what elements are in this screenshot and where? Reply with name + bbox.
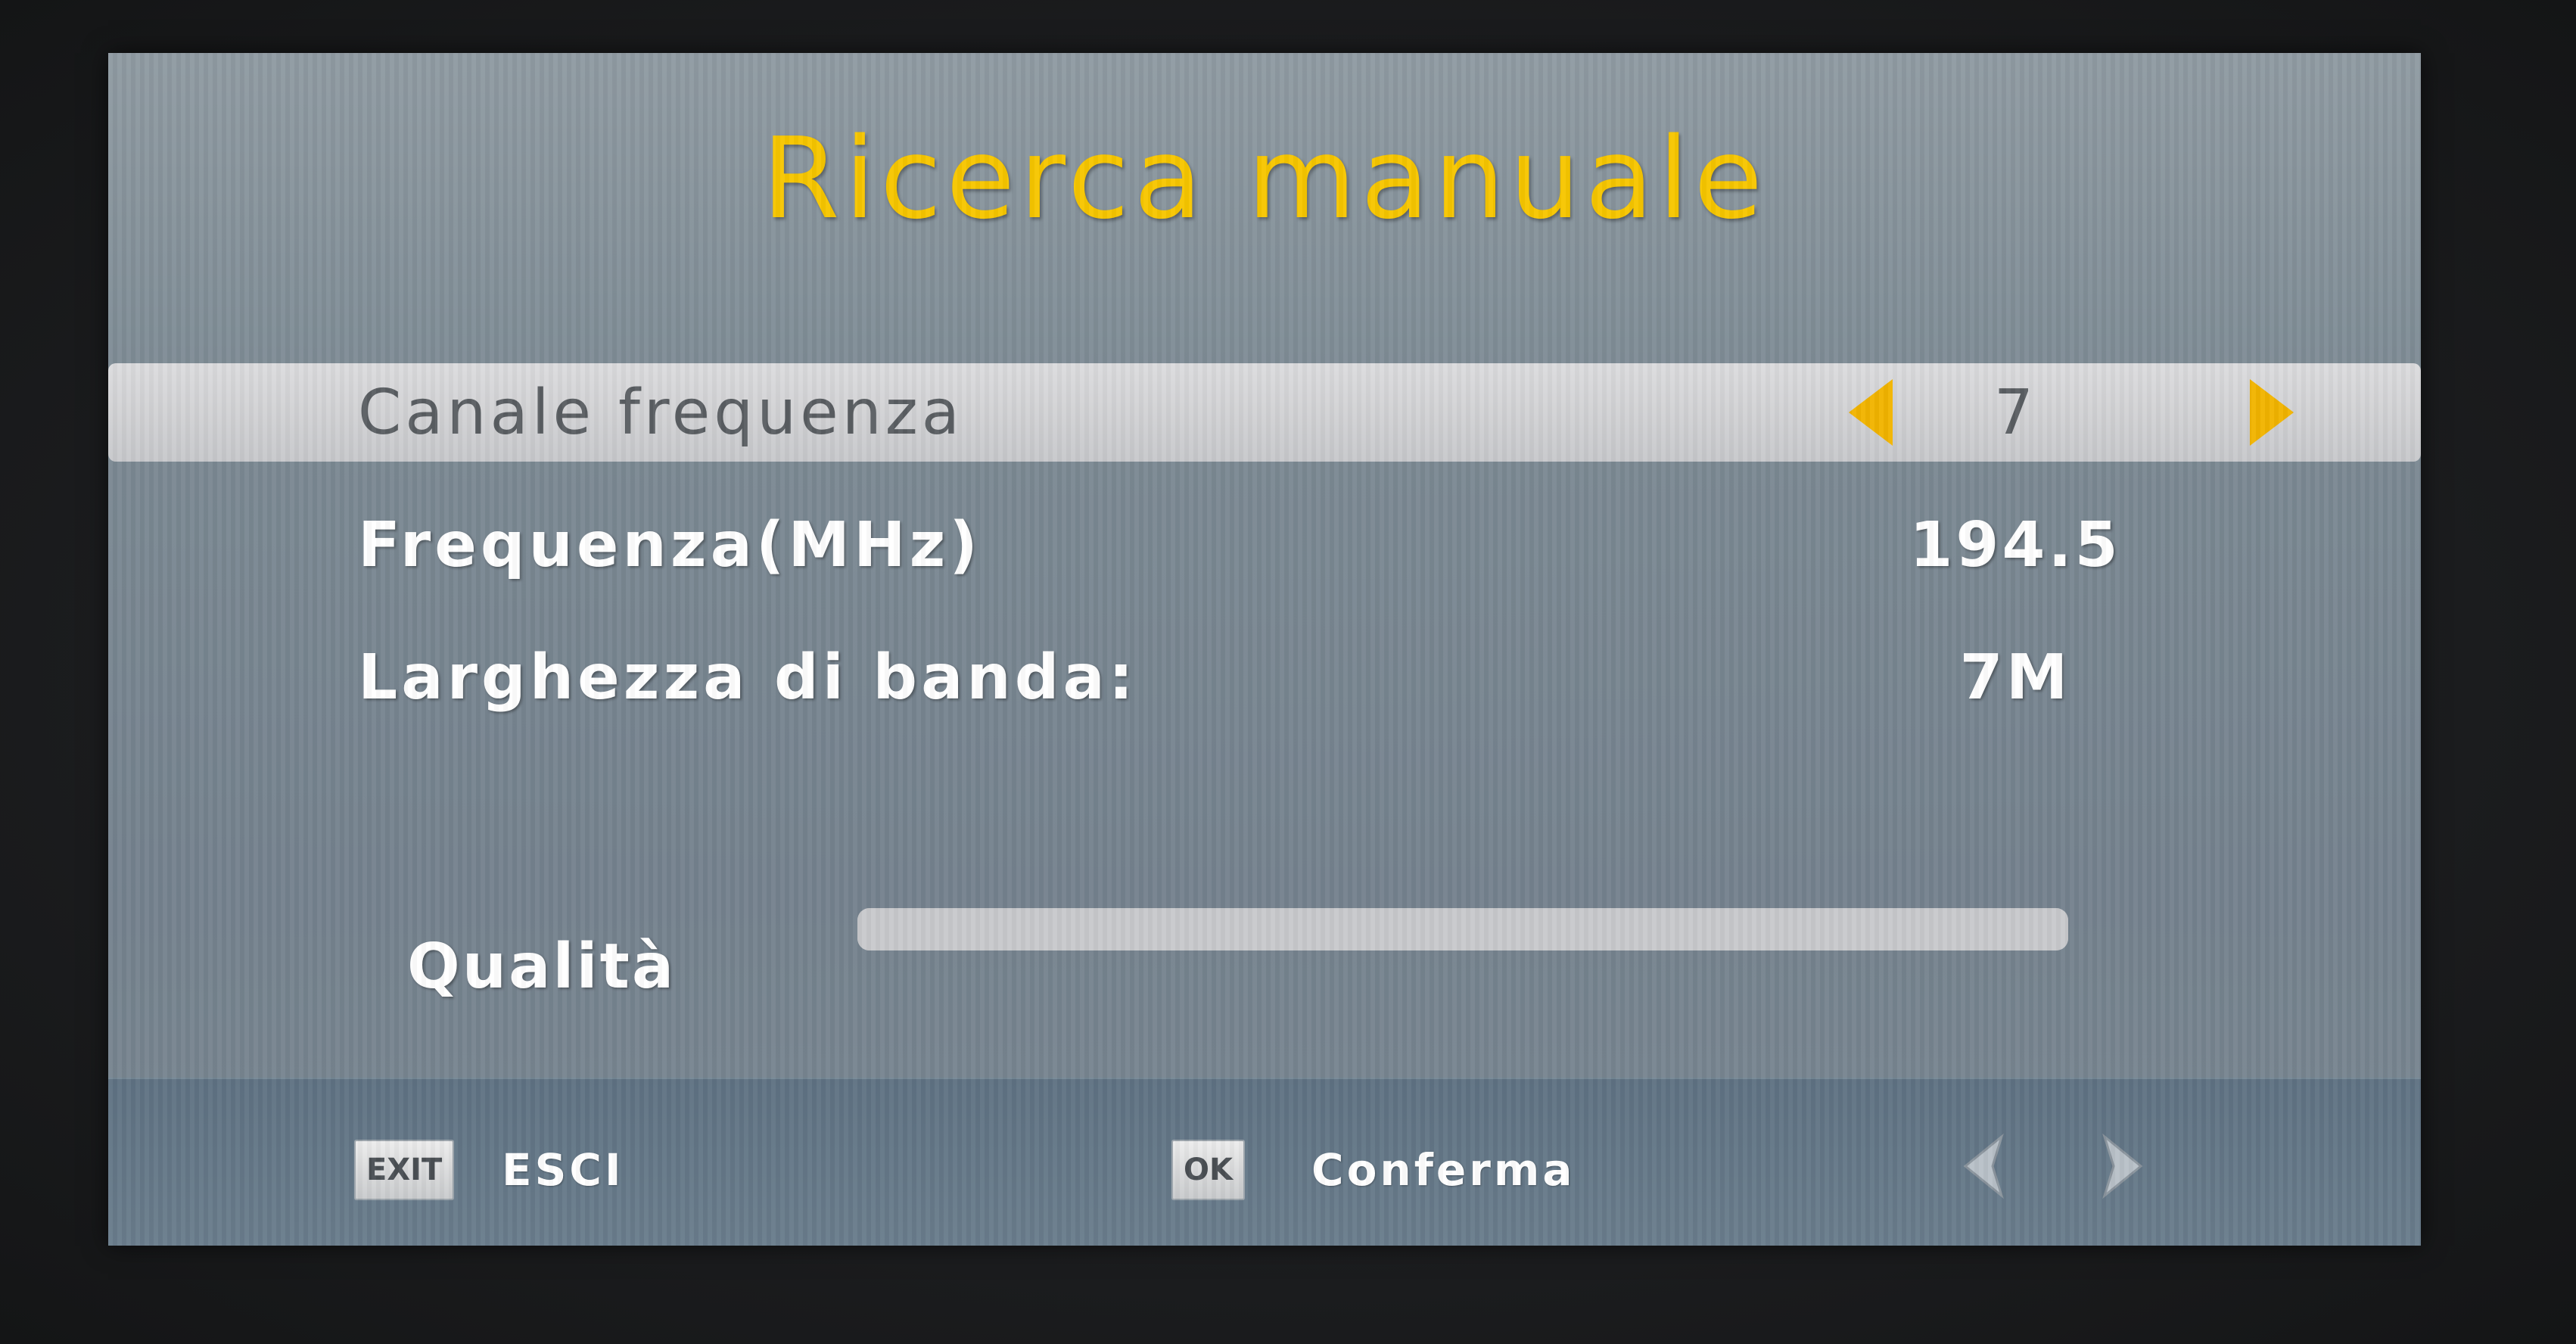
setting-label-channel: Canale frequenza [358, 376, 963, 449]
chevron-right-icon[interactable] [2250, 379, 2294, 446]
nav-right-icon[interactable] [2091, 1132, 2151, 1200]
setting-value-bandwidth: 7M [1959, 641, 2071, 714]
quality-label: Qualità [407, 931, 677, 1003]
page-title: Ricerca manuale [761, 114, 1768, 244]
footer-bar: EXIT ESCI OK Conferma [108, 1078, 2421, 1246]
setting-row-bandwidth[interactable]: Larghezza di banda: 7M [108, 628, 2421, 726]
manual-search-panel: Ricerca manuale Canale frequenza 7 Frequ… [108, 53, 2421, 1246]
exit-key[interactable]: EXIT [354, 1140, 455, 1200]
setting-row-channel[interactable]: Canale frequenza 7 [108, 363, 2421, 462]
setting-value-frequency: 194.5 [1909, 509, 2121, 581]
setting-label-frequency: Frequenza(MHz) [358, 509, 982, 581]
setting-value-channel: 7 [1993, 376, 2037, 449]
setting-row-frequency[interactable]: Frequenza(MHz) 194.5 [108, 496, 2421, 594]
quality-bar-fill [857, 908, 2068, 950]
setting-label-bandwidth: Larghezza di banda: [358, 641, 1137, 714]
quality-bar [857, 908, 2068, 950]
nav-left-icon[interactable] [1955, 1132, 2015, 1200]
confirm-label: Conferma [1311, 1144, 1576, 1196]
ok-key[interactable]: OK [1171, 1140, 1245, 1200]
exit-label: ESCI [502, 1144, 624, 1196]
